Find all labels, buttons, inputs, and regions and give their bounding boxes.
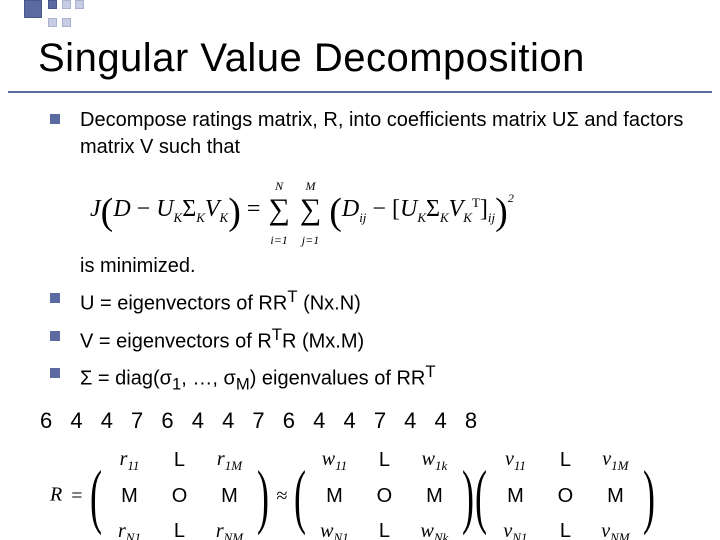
sym-Sigma: Σ: [182, 196, 196, 222]
sup-T: T: [472, 195, 480, 210]
digits-row: 6 4 4 7 6 4 4 7 6 4 4 7 4 4 8: [40, 406, 690, 436]
bullet-item: V = eigenvectors of RTR (Mx.M): [50, 324, 690, 356]
bullet-item: Σ = diag(σ1, …, σM) eigenvalues of RRT: [50, 361, 690, 396]
sym-R: R: [50, 484, 62, 506]
bullet-text-pre: U = eigenvectors of RR: [80, 293, 287, 315]
sum-j: M∑j=1: [300, 171, 321, 249]
decorative-bar: [0, 0, 720, 18]
sup-T: T: [425, 362, 435, 381]
sup-T: T: [287, 287, 297, 306]
square-icon: [75, 0, 84, 9]
bullet-item: U = eigenvectors of RRT (Nx.N): [50, 286, 690, 318]
paren-icon: (: [475, 460, 487, 532]
minus: −: [137, 196, 151, 222]
square-group: [62, 0, 71, 36]
minus: −: [372, 196, 386, 222]
paren-icon: ): [643, 460, 655, 532]
square-icon: [48, 18, 57, 27]
bullet-item: Decompose ratings matrix, R, into coeffi…: [50, 107, 690, 161]
paren-icon: ): [462, 460, 474, 532]
bullet-marker-icon: [50, 368, 60, 378]
slide: Singular Value Decomposition Decompose r…: [0, 0, 720, 540]
sub-K: K: [463, 209, 472, 224]
sup-T: T: [272, 325, 282, 344]
bullet-text-post: (Nx.N): [298, 293, 361, 315]
bullet-text-post: ) eigenvalues of RR: [250, 368, 426, 390]
bullet-text-pre: V = eigenvectors of R: [80, 330, 272, 352]
sym-V: V: [205, 196, 220, 222]
sub-ij: ij: [359, 209, 366, 224]
sub-K: K: [417, 209, 426, 224]
paren-icon: (: [294, 460, 306, 532]
matrix-W: w11 L w1k M O M wN1 L wNk: [309, 442, 459, 540]
continuation-text: is minimized.: [50, 253, 690, 280]
sub-K: K: [220, 209, 229, 224]
sub-K: K: [440, 209, 449, 224]
bullet-marker-icon: [50, 293, 60, 303]
bullet-marker-icon: [50, 114, 60, 124]
lbracket: [: [392, 196, 400, 222]
sub-1: 1: [172, 375, 181, 394]
square-icon: [62, 0, 71, 9]
bullet-text-post: R (Mx.M): [282, 330, 364, 352]
sup-2: 2: [508, 191, 514, 205]
sym-V: V: [449, 196, 464, 222]
bullet-text: Decompose ratings matrix, R, into coeffi…: [80, 109, 683, 158]
sym-U: U: [156, 196, 173, 222]
sub-K: K: [196, 209, 205, 224]
sym-D: D: [342, 196, 359, 222]
paren-icon: (: [89, 460, 101, 532]
eq: =: [247, 196, 261, 222]
sub-M: M: [236, 375, 250, 394]
square-icon: [24, 0, 42, 18]
eq: =: [71, 483, 82, 510]
matrix-approximation: R = ( r11 L r1M M O M rN1 L rNM: [50, 436, 690, 540]
rbracket: ]: [480, 196, 488, 222]
bullet-marker-icon: [50, 331, 60, 341]
content-area: Decompose ratings matrix, R, into coeffi…: [0, 101, 720, 540]
square-icon: [48, 0, 57, 9]
square-icon: [62, 18, 71, 27]
approx: ≈: [276, 483, 287, 510]
sym-Sigma: Σ: [426, 196, 440, 222]
matrix-R: r11 L r1M M O M rN1 L rNM: [104, 442, 254, 540]
paren-icon: ): [257, 460, 269, 532]
decorative-squares: [24, 0, 84, 36]
square-group: [48, 0, 57, 36]
bullet-text-mid: , …, σ: [181, 368, 236, 390]
square-group: [75, 0, 84, 18]
matrix-V: v11 L v1M M O M vN1 L vNM: [490, 442, 640, 540]
sym-U: U: [400, 196, 417, 222]
bullet-text-pre: Σ = diag(σ: [80, 368, 172, 390]
sub-K: K: [174, 209, 183, 224]
sym-J: J: [90, 196, 101, 222]
page-title: Singular Value Decomposition: [8, 18, 712, 93]
cost-formula: J(D − UKΣKVK) = N∑i=1 M∑j=1 (Dij − [UKΣK…: [50, 167, 690, 253]
sum-i: N∑i=1: [268, 171, 289, 249]
sym-D: D: [113, 196, 130, 222]
